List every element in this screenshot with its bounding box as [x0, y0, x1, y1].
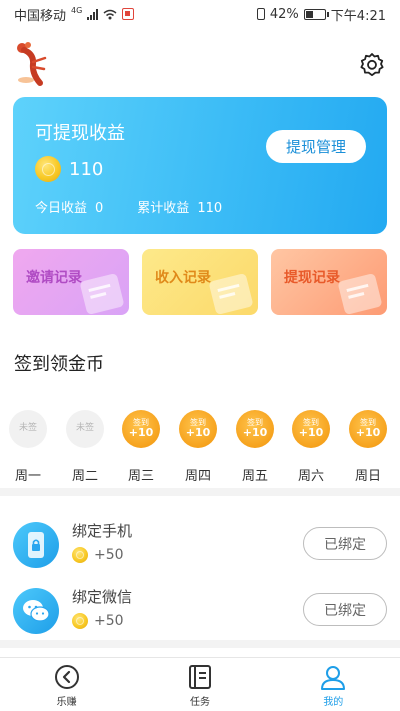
nav-tab-tasks[interactable]: 任务 — [133, 658, 266, 711]
day-label: 周二 — [71, 469, 98, 484]
signin-day-sat[interactable]: 签到 +10 周六 — [292, 410, 330, 484]
task-reward: +50 — [72, 613, 124, 629]
day-label: 周五 — [241, 469, 268, 484]
total-value: 110 — [197, 201, 223, 216]
bind-wechat-task: 绑定微信 +50 已绑定 — [0, 582, 400, 642]
today-label: 今日收益 — [35, 201, 88, 216]
signal-icon — [87, 8, 99, 20]
invite-records-label: 邀请记录 — [26, 270, 82, 286]
signin-status-badge: 未签 — [66, 410, 104, 448]
wifi-icon — [103, 9, 117, 19]
battery-icon — [303, 8, 329, 20]
signin-status-badge: 签到 +10 — [292, 410, 330, 448]
yuan-receipt-icon — [337, 272, 383, 315]
vibrate-icon — [256, 8, 265, 20]
invite-card-icon — [79, 272, 125, 315]
nav-tab-profile[interactable]: 我的 — [267, 658, 400, 711]
balance-value: 110 — [69, 158, 104, 180]
earnings-card: 可提现收益 110 今日收益 0 累计收益 110 提现管理 — [13, 97, 387, 234]
day-label: 周三 — [127, 469, 154, 484]
bottom-nav: 乐赚 任务 我的 — [0, 657, 400, 711]
coin-icon — [35, 156, 61, 182]
day-label: 周日 — [354, 469, 381, 484]
total-earnings: 累计收益 110 — [137, 197, 222, 216]
wechat-icon — [13, 588, 59, 634]
day-label: 周四 — [184, 469, 211, 484]
task-name: 绑定微信 — [72, 588, 133, 606]
day-label: 周一 — [14, 469, 41, 484]
bound-status-button[interactable]: 已绑定 — [303, 593, 387, 626]
day-label: 周六 — [297, 469, 324, 484]
profile-icon — [321, 666, 346, 690]
task-reward-value: +50 — [94, 547, 124, 563]
nav-label: 我的 — [323, 697, 344, 708]
coin-icon — [72, 547, 88, 563]
phone-lock-icon — [13, 522, 59, 568]
invite-records-card[interactable]: 邀请记录 — [13, 249, 129, 315]
section-divider — [0, 488, 400, 496]
signin-state: 未签 — [18, 423, 37, 434]
signin-status-badge: 签到 +10 — [349, 410, 387, 448]
nav-tab-earn[interactable]: 乐赚 — [0, 658, 133, 711]
signin-day-wed[interactable]: 签到 +10 周三 — [122, 410, 160, 484]
signin-status-badge: 签到 +10 — [122, 410, 160, 448]
wallet-icon — [208, 272, 254, 315]
earnings-stats: 今日收益 0 累计收益 110 — [35, 197, 222, 216]
signin-day-tue[interactable]: 未签 周二 — [66, 410, 104, 484]
signin-status-badge: 签到 +10 — [179, 410, 217, 448]
bind-phone-task: 绑定手机 +50 已绑定 — [0, 516, 400, 576]
network-type: 4G — [71, 5, 83, 15]
status-left: 中国移动 4G — [14, 5, 135, 24]
today-value: 0 — [95, 201, 104, 216]
section-divider — [0, 640, 400, 648]
signin-reward: +10 — [128, 426, 154, 440]
today-earnings: 今日收益 0 — [35, 197, 103, 216]
clock: 下午4:21 — [330, 8, 386, 24]
task-list-icon — [188, 665, 211, 689]
status-right: 42% 下午4:21 — [256, 5, 386, 24]
signin-reward: +10 — [298, 426, 324, 440]
nav-label: 任务 — [189, 697, 210, 708]
task-name: 绑定手机 — [72, 522, 133, 540]
bound-status-button[interactable]: 已绑定 — [303, 527, 387, 560]
signin-reward: +10 — [242, 426, 268, 440]
crayfish-avatar-icon[interactable] — [14, 40, 50, 86]
signin-status-badge: 签到 +10 — [236, 410, 274, 448]
battery-percent: 42% — [269, 6, 299, 22]
notification-icon — [122, 8, 135, 20]
balance-row: 110 — [35, 156, 103, 182]
signin-title: 签到领金币 — [14, 354, 104, 375]
signin-reward: +10 — [355, 426, 381, 440]
signin-reward: +10 — [185, 426, 211, 440]
withdraw-records-label: 提现记录 — [284, 270, 340, 286]
income-records-card[interactable]: 收入记录 — [142, 249, 258, 315]
carrier-name: 中国移动 — [14, 8, 67, 24]
task-reward: +50 — [72, 547, 124, 563]
gear-icon[interactable] — [359, 52, 385, 78]
signin-status-badge: 未签 — [9, 410, 47, 448]
withdraw-management-button[interactable]: 提现管理 — [266, 130, 366, 163]
earnings-title: 可提现收益 — [35, 123, 125, 144]
task-reward-value: +50 — [94, 613, 124, 629]
signin-state: 未签 — [75, 423, 94, 434]
coin-icon — [72, 613, 88, 629]
income-records-label: 收入记录 — [155, 270, 211, 286]
signin-day-fri[interactable]: 签到 +10 周五 — [236, 410, 274, 484]
status-bar: 中国移动 4G 42% 下午4:21 — [0, 0, 400, 28]
signin-day-mon[interactable]: 未签 周一 — [9, 410, 47, 484]
withdraw-records-card[interactable]: 提现记录 — [271, 249, 387, 315]
signin-day-thu[interactable]: 签到 +10 周四 — [179, 410, 217, 484]
signin-day-sun[interactable]: 签到 +10 周日 — [349, 410, 387, 484]
earn-icon — [54, 665, 79, 689]
nav-label: 乐赚 — [56, 697, 77, 708]
total-label: 累计收益 — [137, 201, 190, 216]
